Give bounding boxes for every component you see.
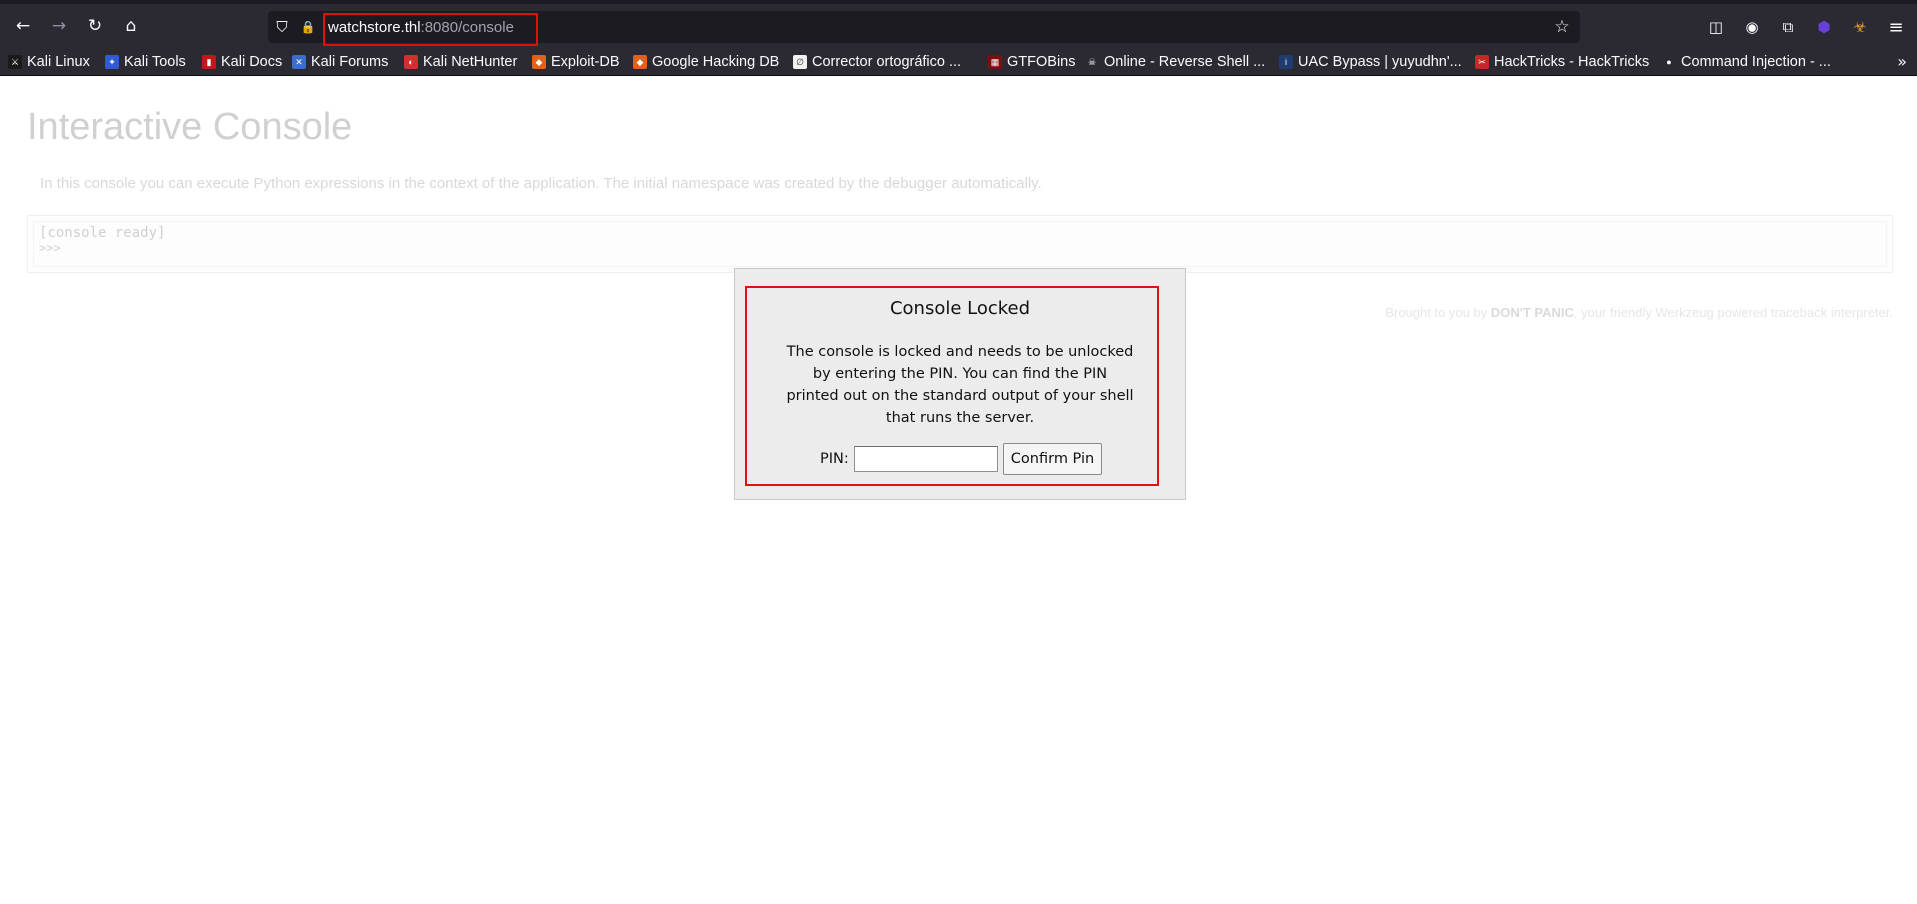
menu-icon[interactable]: ≡ xyxy=(1883,14,1909,40)
bookmark-item[interactable]: ☠ Online - Reverse Shell ... xyxy=(1085,51,1265,73)
pin-input[interactable] xyxy=(854,446,998,472)
bookmark-item[interactable]: ✦ Kali Tools xyxy=(105,51,186,73)
bookmark-label: Kali Docs xyxy=(221,54,283,70)
bookmark-label: Kali NetHunter xyxy=(423,54,518,70)
bookmark-favicon-icon: ◐ xyxy=(404,55,418,69)
page-title: Interactive Console xyxy=(27,106,353,148)
bookmark-label: Kali Forums xyxy=(311,54,389,70)
bookmark-star-icon[interactable]: ☆ xyxy=(1552,17,1572,37)
console-locked-modal: Console Locked The console is locked and… xyxy=(734,268,1186,500)
lock-icon[interactable]: 🔒 xyxy=(298,17,318,37)
bookmark-favicon-icon: ◆ xyxy=(532,55,546,69)
bookmark-label: UAC Bypass | yuyudhn'... xyxy=(1298,54,1462,70)
console-inner xyxy=(33,221,1887,267)
bookmark-label: Command Injection - ... xyxy=(1681,54,1831,70)
bookmark-item[interactable]: ✕ Kali Forums xyxy=(292,51,388,73)
reload-icon[interactable]: ↻ xyxy=(81,12,109,40)
bookmark-favicon-icon: ▦ xyxy=(988,55,1002,69)
url-highlight-box xyxy=(323,13,538,46)
back-icon[interactable]: ← xyxy=(9,12,37,40)
bookmark-label: GTFOBins xyxy=(1007,54,1076,70)
bookmark-item[interactable]: ∅ Corrector ortográfico ... xyxy=(793,51,961,73)
modal-message: The console is locked and needs to be un… xyxy=(786,344,1134,426)
footer-prefix: Brought to you by xyxy=(1385,305,1491,320)
footer-suffix: , your friendly Werkzeug powered traceba… xyxy=(1573,305,1893,320)
bookmark-favicon-icon: ● xyxy=(1662,55,1676,69)
shield-icon[interactable]: ⛉ xyxy=(272,17,292,37)
bookmark-label: HackTricks - HackTricks xyxy=(1494,54,1650,70)
bookmarks-overflow-icon[interactable]: » xyxy=(1897,52,1907,71)
forward-icon[interactable]: → xyxy=(45,12,73,40)
bookmark-favicon-icon: i xyxy=(1279,55,1293,69)
bookmark-item[interactable]: ◆ Exploit-DB xyxy=(532,51,620,73)
bookmark-item[interactable]: i UAC Bypass | yuyudhn'... xyxy=(1279,51,1462,73)
bookmark-favicon-icon: ✂ xyxy=(1475,55,1489,69)
browser-toolbar: ← → ↻ ⌂ ⛉ 🔒 ☆ watchstore.thl:8080/consol… xyxy=(0,0,1917,48)
extension-biohazard-icon[interactable]: ☣ xyxy=(1847,14,1873,40)
bookmark-favicon-icon: ◆ xyxy=(633,55,647,69)
console-prompt: >>> xyxy=(39,241,61,255)
extensions-icon[interactable]: ⧉ xyxy=(1775,14,1801,40)
confirm-pin-button[interactable]: Confirm Pin xyxy=(1003,443,1102,475)
bookmark-item[interactable]: ● Command Injection - ... xyxy=(1662,51,1831,73)
bookmark-label: Google Hacking DB xyxy=(652,54,780,70)
console-box: [console ready] >>> xyxy=(27,215,1893,273)
home-icon[interactable]: ⌂ xyxy=(117,12,145,40)
bookmark-item[interactable]: ◐ Kali NetHunter xyxy=(404,51,517,73)
bookmark-label: Kali Tools xyxy=(124,54,186,70)
bookmark-label: Corrector ortográfico ... xyxy=(812,54,962,70)
pocket-icon[interactable]: ◫ xyxy=(1703,14,1729,40)
bookmark-favicon-icon: ⚔ xyxy=(8,55,22,69)
extension-hex-icon[interactable]: ⬢ xyxy=(1811,14,1837,40)
account-icon[interactable]: ◉ xyxy=(1739,14,1765,40)
bookmark-item[interactable]: ⚔ Kali Linux xyxy=(8,51,90,73)
bookmark-favicon-icon: ▮ xyxy=(202,55,216,69)
bookmark-item[interactable]: ▦ GTFOBins xyxy=(988,51,1075,73)
footer-brand: DON'T PANIC xyxy=(1490,305,1574,320)
bookmark-item[interactable]: ✂ HackTricks - HackTricks xyxy=(1475,51,1649,73)
intro-text: In this console you can execute Python e… xyxy=(40,175,1042,192)
bookmark-favicon-icon: ✕ xyxy=(292,55,306,69)
bookmark-favicon-icon: ∅ xyxy=(793,55,807,69)
console-ready-line: [console ready] xyxy=(39,225,166,241)
bookmark-label: Online - Reverse Shell ... xyxy=(1104,54,1266,70)
bookmark-favicon-icon: ✦ xyxy=(105,55,119,69)
footer-text: Brought to you by DON'T PANIC, your frie… xyxy=(1385,305,1893,320)
bookmark-item[interactable]: ▮ Kali Docs xyxy=(202,51,282,73)
bookmark-item[interactable]: ◆ Google Hacking DB xyxy=(633,51,779,73)
bookmarks-toolbar: » ⚔ Kali Linux ✦ Kali Tools ▮ Kali Docs ✕ Kali … xyxy=(0,48,1917,76)
modal-title: Console Locked xyxy=(889,298,1031,319)
bookmark-label: Kali Linux xyxy=(27,54,90,70)
bookmark-label: Exploit-DB xyxy=(551,54,620,70)
bookmark-favicon-icon: ☠ xyxy=(1085,55,1099,69)
pin-label: PIN: xyxy=(820,451,849,467)
